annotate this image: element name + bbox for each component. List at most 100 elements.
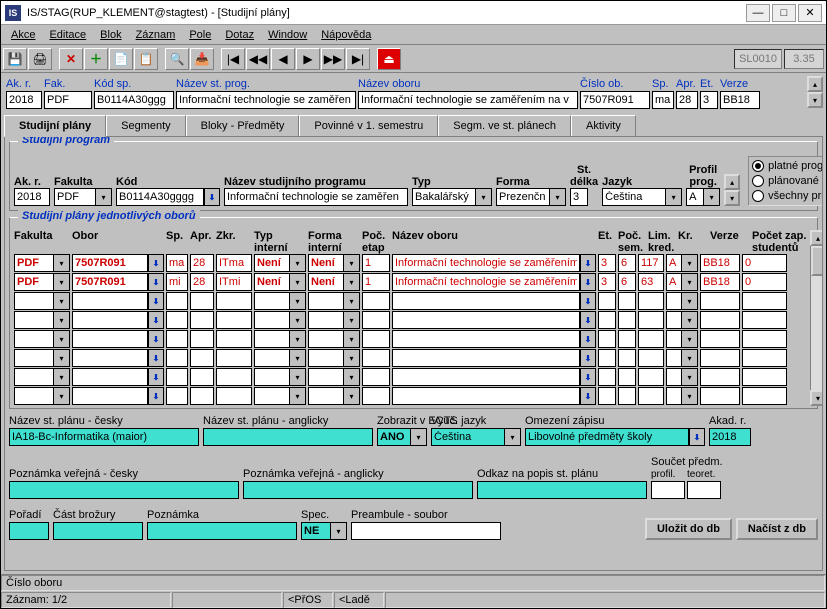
row-sp[interactable] — [166, 292, 188, 310]
row-typ-interni[interactable] — [254, 292, 290, 310]
row-typ-interni[interactable] — [254, 330, 290, 348]
row-typ-interni[interactable] — [254, 349, 290, 367]
menu-akce[interactable]: Akce — [5, 27, 41, 43]
row-kr[interactable] — [666, 273, 682, 291]
row-sp[interactable] — [166, 311, 188, 329]
row-pocet-zap[interactable] — [742, 330, 787, 348]
row-verze[interactable] — [700, 387, 740, 405]
row-fakulta-dd-icon[interactable]: ▾ — [54, 387, 70, 405]
row-zkr[interactable] — [216, 368, 252, 386]
det-zobrazit-dd-icon[interactable]: ▾ — [411, 428, 427, 446]
row-obor[interactable] — [72, 349, 148, 367]
row-poc-sem[interactable] — [618, 254, 636, 272]
load-button[interactable]: Načíst z db — [736, 518, 818, 540]
prog-fakulta[interactable] — [54, 188, 96, 206]
fld-fak[interactable] — [44, 91, 92, 109]
row-fakulta-dd-icon[interactable]: ▾ — [54, 311, 70, 329]
row-forma-interni[interactable] — [308, 368, 344, 386]
exit-icon[interactable]: ⏏ — [377, 48, 401, 70]
row-kr-dd-icon[interactable]: ▾ — [682, 311, 698, 329]
det-preambule[interactable] — [351, 522, 501, 540]
row-forma-interni[interactable] — [308, 330, 344, 348]
row-kr-dd-icon[interactable]: ▾ — [682, 273, 698, 291]
add-icon[interactable]: ＋ — [84, 48, 108, 70]
fld-ak-r[interactable] — [6, 91, 42, 109]
row-pocet-zap[interactable] — [742, 368, 787, 386]
row-nazev-oboru[interactable] — [392, 273, 580, 291]
row-nazev-lov-icon[interactable]: ⬇ — [580, 254, 596, 272]
save-icon[interactable]: 💾 — [3, 48, 27, 70]
menu-pole[interactable]: Pole — [183, 27, 217, 43]
row-fakulta[interactable] — [14, 292, 54, 310]
prog-kod-lov-icon[interactable]: ⬇ — [204, 188, 220, 206]
row-obor-lov-icon[interactable]: ⬇ — [148, 368, 164, 386]
prog-typ[interactable] — [412, 188, 476, 206]
row-nazev-oboru[interactable] — [392, 330, 580, 348]
row-kr-dd-icon[interactable]: ▾ — [682, 292, 698, 310]
row-nazev-oboru[interactable] — [392, 387, 580, 405]
row-lim-kred[interactable] — [638, 330, 664, 348]
row-apr[interactable] — [190, 311, 214, 329]
row-apr[interactable] — [190, 273, 214, 291]
first-record-icon[interactable]: |◀ — [221, 48, 245, 70]
tab-studijni-plany[interactable]: Studijní plány — [4, 115, 106, 137]
row-typ-dd-icon[interactable]: ▾ — [290, 273, 306, 291]
fld-sp[interactable] — [652, 91, 674, 109]
row-nazev-lov-icon[interactable]: ⬇ — [580, 330, 596, 348]
prog-nazev[interactable] — [224, 188, 408, 206]
row-kr[interactable] — [666, 292, 682, 310]
row-nazev-oboru[interactable] — [392, 311, 580, 329]
row-lim-kred[interactable] — [638, 311, 664, 329]
row-forma-dd-icon[interactable]: ▾ — [344, 311, 360, 329]
tab-aktivity[interactable]: Aktivity — [571, 115, 636, 136]
row-obor[interactable] — [72, 273, 148, 291]
row-apr[interactable] — [190, 292, 214, 310]
row-etap[interactable] — [362, 387, 390, 405]
tab-bloky-predmety[interactable]: Bloky - Předměty — [186, 115, 300, 136]
row-nazev-lov-icon[interactable]: ⬇ — [580, 273, 596, 291]
row-forma-dd-icon[interactable]: ▾ — [344, 292, 360, 310]
radio-platne[interactable]: platné programy — [752, 160, 823, 172]
row-obor[interactable] — [72, 387, 148, 405]
tab-povinne[interactable]: Povinné v 1. semestru — [299, 115, 438, 136]
row-typ-interni[interactable] — [254, 254, 290, 272]
grid-scroll-down[interactable]: ▾ — [810, 390, 823, 406]
print-icon[interactable]: 🖨 — [28, 48, 52, 70]
row-fakulta-dd-icon[interactable]: ▾ — [54, 254, 70, 272]
row-forma-interni[interactable] — [308, 254, 344, 272]
fld-nazev-oboru[interactable] — [358, 91, 578, 109]
prev-record-icon[interactable]: ◀ — [271, 48, 295, 70]
header-scroll-down[interactable]: ▾ — [807, 92, 823, 108]
minimize-button[interactable]: — — [746, 4, 770, 22]
row-typ-interni[interactable] — [254, 387, 290, 405]
maximize-button[interactable]: □ — [772, 4, 796, 22]
row-nazev-lov-icon[interactable]: ⬇ — [580, 387, 596, 405]
row-nazev-lov-icon[interactable]: ⬇ — [580, 349, 596, 367]
row-et[interactable] — [598, 254, 616, 272]
row-lim-kred[interactable] — [638, 349, 664, 367]
row-typ-interni[interactable] — [254, 311, 290, 329]
row-obor-lov-icon[interactable]: ⬇ — [148, 387, 164, 405]
row-kr[interactable] — [666, 368, 682, 386]
row-kr-dd-icon[interactable]: ▾ — [682, 349, 698, 367]
row-obor-lov-icon[interactable]: ⬇ — [148, 254, 164, 272]
row-etap[interactable] — [362, 330, 390, 348]
row-fakulta[interactable] — [14, 273, 54, 291]
row-sp[interactable] — [166, 273, 188, 291]
row-typ-dd-icon[interactable]: ▾ — [290, 254, 306, 272]
row-verze[interactable] — [700, 330, 740, 348]
row-fakulta[interactable] — [14, 387, 54, 405]
prog-typ-dd-icon[interactable]: ▾ — [476, 188, 492, 206]
row-et[interactable] — [598, 292, 616, 310]
prog-fakulta-dd-icon[interactable]: ▾ — [96, 188, 112, 206]
prev-page-icon[interactable]: ◀◀ — [246, 48, 270, 70]
row-kr-dd-icon[interactable]: ▾ — [682, 330, 698, 348]
delete-icon[interactable]: ✕ — [59, 48, 83, 70]
radio-vsechny[interactable]: všechny programy — [752, 190, 823, 202]
row-apr[interactable] — [190, 254, 214, 272]
row-etap[interactable] — [362, 273, 390, 291]
row-et[interactable] — [598, 330, 616, 348]
header-scroll-up[interactable]: ▴ — [807, 76, 823, 92]
row-forma-interni[interactable] — [308, 292, 344, 310]
prog-scroll-up[interactable]: ▴ — [724, 174, 740, 190]
